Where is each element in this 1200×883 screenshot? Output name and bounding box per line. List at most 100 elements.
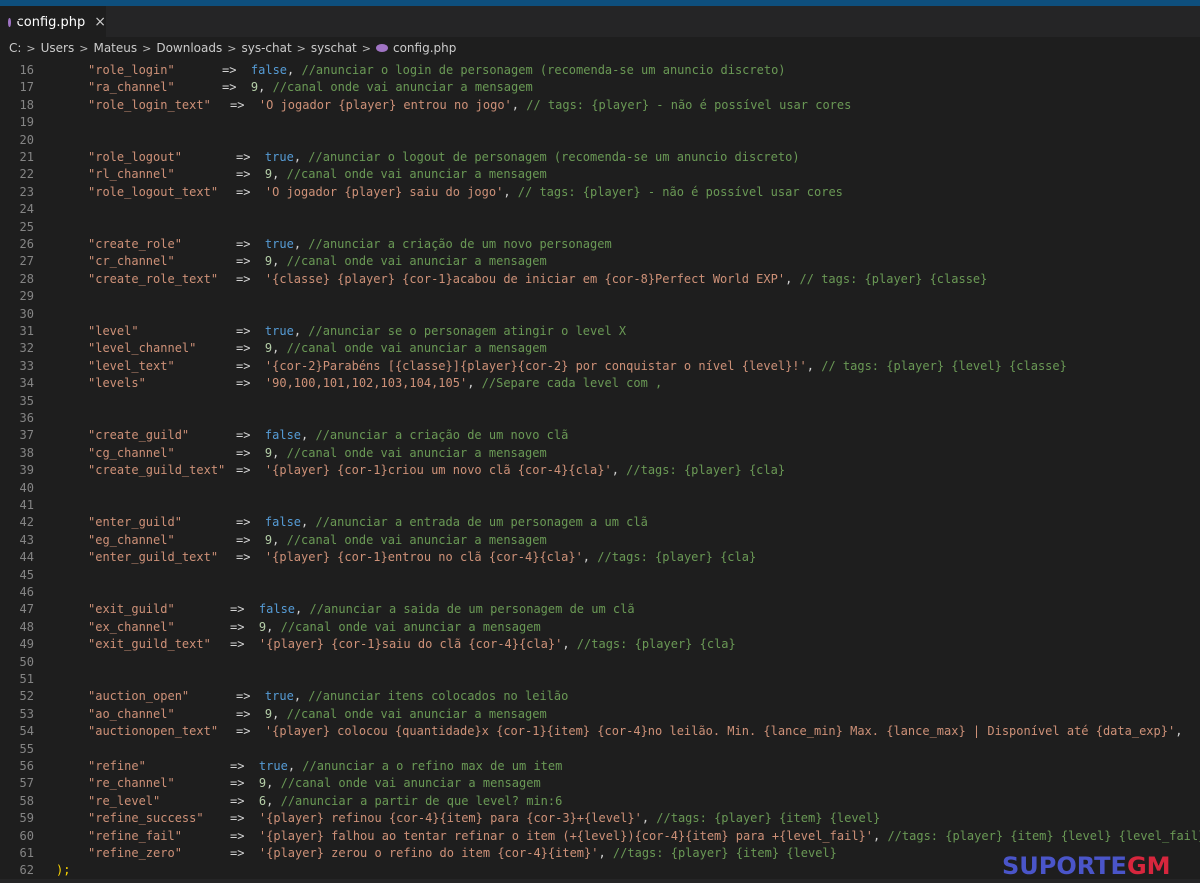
line-number: 45: [19, 567, 34, 582]
code-comment: //tags: {player} {cla}: [576, 637, 736, 652]
arrow-operator: =>: [236, 254, 251, 269]
tab-config-php[interactable]: config.php ×: [0, 6, 106, 37]
breadcrumb-mateus[interactable]: Mateus: [93, 41, 137, 55]
line-number: 20: [19, 132, 34, 147]
config-value-expression: => '{player} refinou {cor-4}{item} para …: [230, 810, 880, 827]
config-value-expression: => false, //anunciar a saida de um perso…: [230, 601, 635, 618]
arrow-operator: =>: [236, 463, 251, 478]
code-line[interactable]: 22 "rl_channel" => 9, //canal onde vai anu…: [0, 166, 1200, 183]
code-line[interactable]: 36: [0, 410, 1200, 427]
code-line[interactable]: 29: [0, 288, 1200, 305]
code-line[interactable]: 53 "ao_channel" => 9, //canal onde vai anu…: [0, 706, 1200, 723]
code-line[interactable]: 24: [0, 201, 1200, 218]
code-line[interactable]: 25: [0, 219, 1200, 236]
line-number: 55: [19, 741, 34, 756]
panel-strip: [0, 879, 1200, 883]
code-line[interactable]: 41: [0, 497, 1200, 514]
code-comment: //anunciar a criação de um novo personag…: [308, 237, 612, 251]
code-line[interactable]: 52 "auction_open" => true, //anunciar iten…: [0, 688, 1200, 705]
separator: ,: [293, 150, 309, 164]
code-line[interactable]: 48 "ex_channel" => 9, //canal onde vai anu…: [0, 619, 1200, 636]
code-line[interactable]: 42 "enter_guild" => false, //anunciar a en…: [0, 514, 1200, 531]
code-line[interactable]: 47 "exit_guild" => false, //anunciar a sai…: [0, 601, 1200, 618]
config-value: '{player} colocou {quantidade}x {cor-1}{…: [264, 724, 1176, 739]
code-line[interactable]: 33 "level_text" => '{cor-2}Parabéns [{clas…: [0, 358, 1200, 375]
config-value: '{player} zerou o refino do item {cor-4}…: [258, 846, 599, 860]
config-value-expression: => 9, //canal onde vai anunciar a mensag…: [236, 253, 547, 270]
code-line[interactable]: 51: [0, 671, 1200, 688]
code-line[interactable]: 19: [0, 114, 1200, 131]
config-key: "ra_channel": [88, 80, 175, 95]
arrow-operator: =>: [236, 376, 251, 391]
breadcrumb-users[interactable]: Users: [41, 41, 75, 55]
code-line[interactable]: 46: [0, 584, 1200, 601]
code-line[interactable]: 32 "level_channel" => 9, //canal onde vai …: [0, 340, 1200, 357]
code-editor[interactable]: 16 "role_login" => false, //anunciar o log…: [0, 62, 1200, 883]
breadcrumb-drive[interactable]: C:: [9, 41, 21, 55]
code-comment: //Separe cada level com ,: [481, 376, 663, 391]
code-line[interactable]: 57 "re_channel" => 9, //canal onde vai anu…: [0, 775, 1200, 792]
separator: ,: [1175, 724, 1183, 739]
code-comment: //canal onde vai anunciar a mensagem: [286, 706, 547, 721]
code-line[interactable]: 34 "levels" => '90,100,101,102,103,104,105…: [0, 375, 1200, 392]
config-key: "role_logout_text": [88, 184, 219, 199]
watermark-text: SUPORTE: [1002, 852, 1127, 880]
config-value-expression: => 9, //canal onde vai anunciar a mensag…: [236, 445, 547, 462]
config-value-expression: => 9, //canal onde vai anunciar a mensag…: [222, 79, 533, 96]
code-line[interactable]: 58 "re_level" => 6, //anunciar a partir de…: [0, 793, 1200, 810]
config-value: '{player} {cor-1}saiu do clã {cor-4}{cla…: [258, 637, 563, 652]
code-line[interactable]: 23 "role_logout_text" => 'O jogador {playe…: [0, 184, 1200, 201]
code-line[interactable]: 49 "exit_guild_text" => '{player} {cor-1}s…: [0, 636, 1200, 653]
code-line[interactable]: 59 "refine_success" => '{player} refinou {…: [0, 810, 1200, 827]
line-number: 51: [19, 672, 34, 686]
code-line[interactable]: 27 "cr_channel" => 9, //canal onde vai anu…: [0, 253, 1200, 270]
separator: ,: [562, 637, 577, 652]
code-line[interactable]: 37 "create_guild" => false, //anunciar a c…: [0, 427, 1200, 444]
config-value-expression: => false, //anunciar a entrada de um per…: [236, 514, 648, 531]
code-line[interactable]: 28 "create_role_text" => '{classe} {player…: [0, 271, 1200, 288]
code-line[interactable]: 17 "ra_channel" => 9, //canal onde vai anu…: [0, 79, 1200, 96]
config-value: '90,100,101,102,103,104,105': [264, 376, 468, 391]
line-number: 24: [19, 202, 34, 217]
breadcrumb-file[interactable]: config.php: [393, 41, 456, 55]
code-comment: //tags: {player} {item} {level}: [612, 846, 837, 860]
config-value: true: [264, 324, 294, 338]
code-line[interactable]: 50: [0, 654, 1200, 671]
breadcrumb-downloads[interactable]: Downloads: [156, 41, 222, 55]
line-number: 32: [19, 341, 34, 356]
breadcrumb-syschat[interactable]: syschat: [311, 41, 357, 55]
code-line[interactable]: 54 "auctionopen_text" => '{player} colocou…: [0, 723, 1200, 740]
line-number: 19: [19, 115, 34, 130]
code-line[interactable]: 16 "role_login" => false, //anunciar o log…: [0, 62, 1200, 79]
code-line[interactable]: 40: [0, 480, 1200, 497]
code-line[interactable]: 18 "role_login_text" => 'O jogador {player…: [0, 97, 1200, 114]
code-comment: //anunciar o logout de personagem (recom…: [308, 150, 800, 164]
line-number: 49: [19, 637, 34, 652]
breadcrumb-sys-chat[interactable]: sys-chat: [241, 41, 291, 55]
code-line[interactable]: 60 "refine_fail" => '{player} falhou ao te…: [0, 828, 1200, 845]
code-line[interactable]: 56 "refine" => true, //anunciar a o refino…: [0, 758, 1200, 775]
code-line[interactable]: 31 "level" => true, //anunciar se o person…: [0, 323, 1200, 340]
code-line[interactable]: 43 "eg_channel" => 9, //canal onde vai anu…: [0, 532, 1200, 549]
config-value-expression: => '{cor-2}Parabéns [{classe}]{player}{c…: [236, 358, 1067, 375]
code-line[interactable]: 21 "role_logout" => true, //anunciar o log…: [0, 149, 1200, 166]
config-key: "cr_channel": [88, 254, 175, 269]
line-number: 47: [19, 602, 34, 617]
code-line[interactable]: 35: [0, 393, 1200, 410]
code-line[interactable]: 55: [0, 741, 1200, 758]
separator: ,: [272, 445, 287, 460]
line-number: 57: [19, 776, 34, 791]
code-line[interactable]: 26 "create_role" => true, //anunciar a cri…: [0, 236, 1200, 253]
code-line[interactable]: 44 "enter_guild_text" => '{player} {cor-1}…: [0, 549, 1200, 566]
code-line[interactable]: 39 "create_guild_text" => '{player} {cor-1…: [0, 462, 1200, 479]
close-icon[interactable]: ×: [94, 14, 106, 30]
arrow-operator: =>: [230, 828, 245, 843]
code-line[interactable]: 38 "cg_channel" => 9, //canal onde vai anu…: [0, 445, 1200, 462]
code-line[interactable]: 45: [0, 567, 1200, 584]
arrow-operator: =>: [230, 602, 245, 617]
arrow-operator: =>: [236, 341, 251, 356]
code-line[interactable]: 20: [0, 132, 1200, 149]
arrow-operator: =>: [236, 237, 251, 251]
code-line[interactable]: 30: [0, 306, 1200, 323]
arrow-operator: =>: [236, 515, 251, 530]
